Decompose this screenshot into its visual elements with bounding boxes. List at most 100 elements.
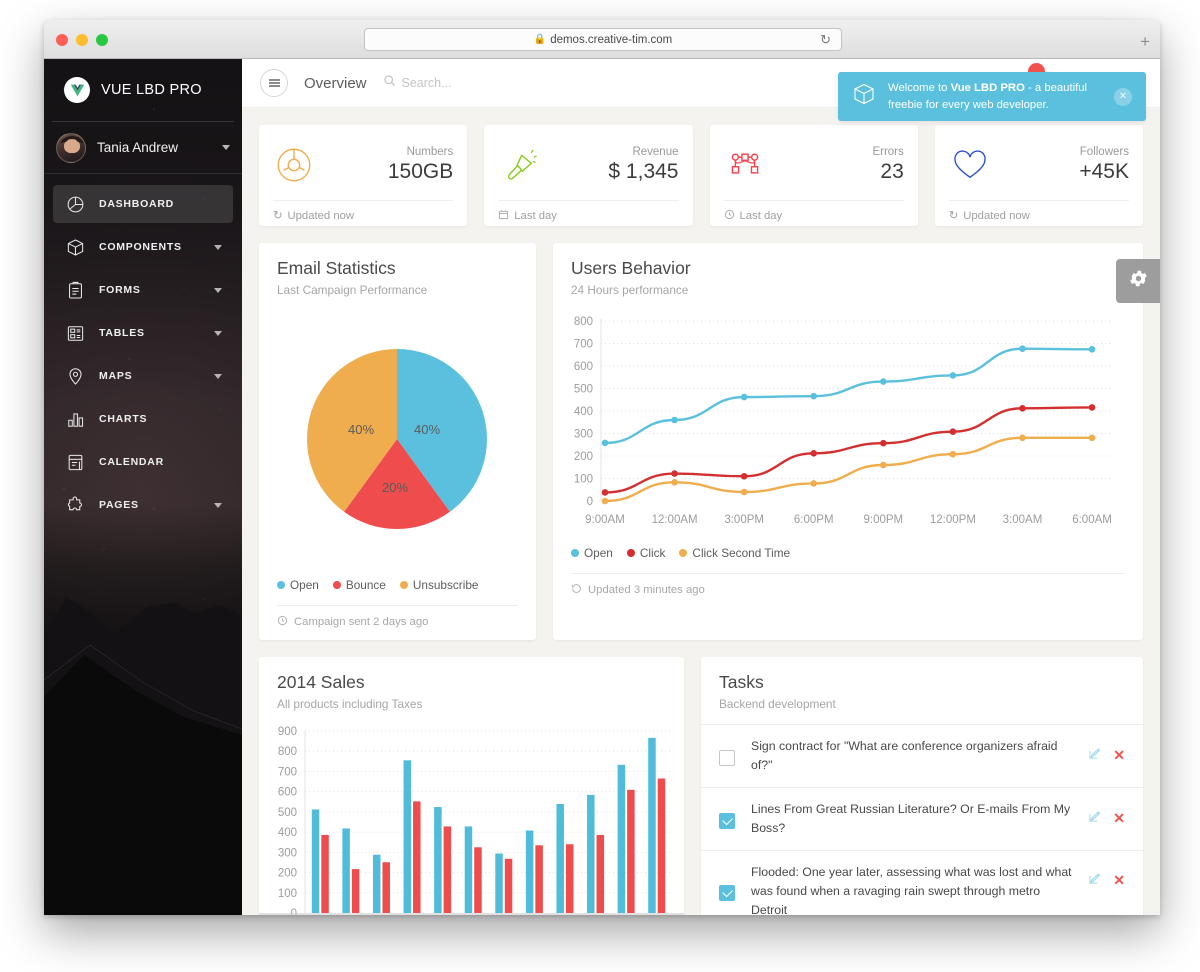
card-footer-text: Campaign sent 2 days ago bbox=[294, 616, 429, 628]
legend-swatch bbox=[399, 581, 408, 589]
card-footer: Updated 3 minutes ago bbox=[571, 573, 1125, 608]
svg-text:6:00PM: 6:00PM bbox=[794, 514, 834, 526]
legend-item[interactable]: Unsubscribe bbox=[399, 578, 478, 592]
legend-swatch bbox=[571, 549, 579, 557]
sidebar-item-pages[interactable]: PAGES bbox=[53, 486, 233, 524]
tasks-card: Tasks Backend development Sign contract … bbox=[701, 657, 1143, 915]
window-controls[interactable] bbox=[56, 34, 108, 46]
address-bar[interactable]: 🔒 demos.creative-tim.com ↻ bbox=[364, 28, 842, 51]
svg-text:300: 300 bbox=[278, 847, 297, 859]
task-label: Flooded: One year later, assessing what … bbox=[751, 865, 1072, 915]
edit-icon[interactable] bbox=[1088, 747, 1101, 762]
sidebar-item-tables[interactable]: TABLES bbox=[53, 314, 233, 352]
stat-label: Followers bbox=[1079, 145, 1129, 158]
page-title: Overview bbox=[304, 74, 367, 92]
toast-brand: Vue LBD PRO bbox=[950, 82, 1025, 95]
svg-text:9:00AM: 9:00AM bbox=[585, 514, 625, 526]
chevron-down-icon[interactable] bbox=[214, 373, 222, 379]
legend-item[interactable]: Click bbox=[626, 546, 666, 560]
avatar bbox=[56, 132, 86, 163]
close-icon[interactable]: ✕ bbox=[1113, 811, 1125, 825]
legend-item[interactable]: Click Second Time bbox=[679, 546, 790, 560]
svg-text:6:00AM: 6:00AM bbox=[1072, 514, 1112, 526]
reload-icon[interactable]: ↻ bbox=[820, 33, 831, 46]
edit-icon[interactable] bbox=[1088, 872, 1101, 887]
stat-footer: Last day bbox=[498, 200, 679, 223]
sidebar-item-components[interactable]: COMPONENTS bbox=[53, 228, 233, 266]
refresh-icon: ↻ bbox=[948, 210, 959, 222]
svg-text:600: 600 bbox=[278, 787, 297, 799]
table-row[interactable]: Sign contract for "What are conference o… bbox=[701, 724, 1143, 787]
legend-item[interactable]: Open bbox=[571, 546, 613, 560]
sidebar-item-maps[interactable]: MAPS bbox=[53, 357, 233, 395]
stats-row: Numbers 150GB ↻ Updated now Revenue $ 1,… bbox=[259, 125, 1143, 226]
task-checkbox[interactable] bbox=[719, 885, 735, 902]
close-icon[interactable]: ✕ bbox=[1113, 748, 1125, 762]
legend-item[interactable]: Bounce bbox=[332, 578, 386, 592]
stat-value: 150GB bbox=[387, 160, 454, 184]
sidebar-item-label: CHARTS bbox=[99, 413, 148, 425]
chevron-down-icon[interactable] bbox=[214, 287, 222, 293]
sidebar-item-charts[interactable]: CHARTS bbox=[53, 400, 233, 438]
pie-legend: Open Bounce Unsubscribe bbox=[259, 578, 536, 605]
close-icon[interactable]: ✕ bbox=[1113, 873, 1125, 887]
calendar-icon bbox=[498, 209, 509, 223]
close-window-button[interactable] bbox=[56, 34, 68, 46]
table-row[interactable]: Lines From Great Russian Literature? Or … bbox=[701, 787, 1143, 850]
task-checkbox[interactable] bbox=[719, 813, 735, 830]
search-box[interactable] bbox=[383, 74, 572, 92]
legend-label: Open bbox=[290, 578, 319, 592]
chevron-down-icon[interactable] bbox=[222, 145, 230, 150]
sidebar-item-calendar[interactable]: CALENDAR bbox=[53, 443, 233, 481]
settings-panel-button[interactable] bbox=[1116, 259, 1160, 303]
minimize-window-button[interactable] bbox=[76, 34, 88, 46]
maximize-window-button[interactable] bbox=[96, 34, 108, 46]
bar-chart: 0 100 200 300 400 500 600 700 800 900 bbox=[259, 711, 684, 915]
card-title: Tasks bbox=[719, 672, 764, 692]
dashboard-content: Numbers 150GB ↻ Updated now Revenue $ 1,… bbox=[242, 108, 1160, 915]
plus-icon[interactable]: + bbox=[1140, 33, 1150, 50]
hamburger-icon[interactable] bbox=[260, 69, 288, 97]
sidebar-item-label: COMPONENTS bbox=[99, 241, 182, 253]
sidebar-user[interactable]: Tania Andrew bbox=[44, 122, 242, 174]
sidebar-user-name: Tania Andrew bbox=[97, 140, 179, 155]
pin-icon bbox=[64, 365, 86, 387]
legend-swatch bbox=[277, 581, 285, 589]
close-icon[interactable]: ✕ bbox=[1114, 87, 1132, 106]
stat-card-revenue: Revenue $ 1,345 Last day bbox=[484, 125, 693, 226]
card-footer: Campaign sent 2 days ago bbox=[277, 605, 518, 640]
calendar-icon bbox=[64, 451, 86, 473]
chevron-down-icon[interactable] bbox=[214, 244, 222, 250]
cube-icon bbox=[64, 236, 86, 258]
card-subtitle: Last Campaign Performance bbox=[277, 283, 428, 297]
chevron-down-icon[interactable] bbox=[214, 330, 222, 336]
cube-icon bbox=[852, 81, 876, 112]
legend-item[interactable]: Open bbox=[277, 578, 319, 592]
stat-value: +45K bbox=[1079, 160, 1129, 184]
legend-label: Bounce bbox=[345, 578, 386, 592]
sidebar-item-dashboard[interactable]: DASHBOARD bbox=[53, 185, 233, 223]
svg-text:12:00PM: 12:00PM bbox=[930, 514, 976, 526]
svg-text:600: 600 bbox=[574, 361, 593, 373]
stat-footer: ↻ Updated now bbox=[948, 200, 1129, 222]
sidebar-item-forms[interactable]: FORMS bbox=[53, 271, 233, 309]
main-content: Overview Welcome to Vue bbox=[242, 59, 1160, 915]
legend-swatch bbox=[626, 549, 635, 557]
edit-icon[interactable] bbox=[1088, 810, 1101, 825]
brand[interactable]: VUE LBD PRO bbox=[52, 59, 234, 122]
task-checkbox[interactable] bbox=[719, 750, 735, 766]
svg-text:200: 200 bbox=[278, 868, 297, 880]
stat-footer-text: Updated now bbox=[287, 209, 355, 222]
welcome-notification[interactable]: Welcome to Vue LBD PRO - a beautiful fre… bbox=[838, 72, 1146, 121]
svg-text:12:00AM: 12:00AM bbox=[652, 514, 698, 526]
legend-label: Click bbox=[639, 546, 666, 560]
stat-footer-text: Last day bbox=[739, 210, 783, 222]
stat-footer-text: Last day bbox=[514, 210, 557, 222]
svg-text:200: 200 bbox=[574, 451, 593, 463]
stat-card-numbers: Numbers 150GB ↻ Updated now bbox=[259, 125, 468, 226]
search-input[interactable] bbox=[401, 76, 572, 90]
lock-icon: 🔒 bbox=[533, 34, 547, 45]
gear-icon bbox=[1128, 268, 1149, 294]
chevron-down-icon[interactable] bbox=[214, 502, 222, 508]
table-row[interactable]: Flooded: One year later, assessing what … bbox=[701, 850, 1143, 915]
